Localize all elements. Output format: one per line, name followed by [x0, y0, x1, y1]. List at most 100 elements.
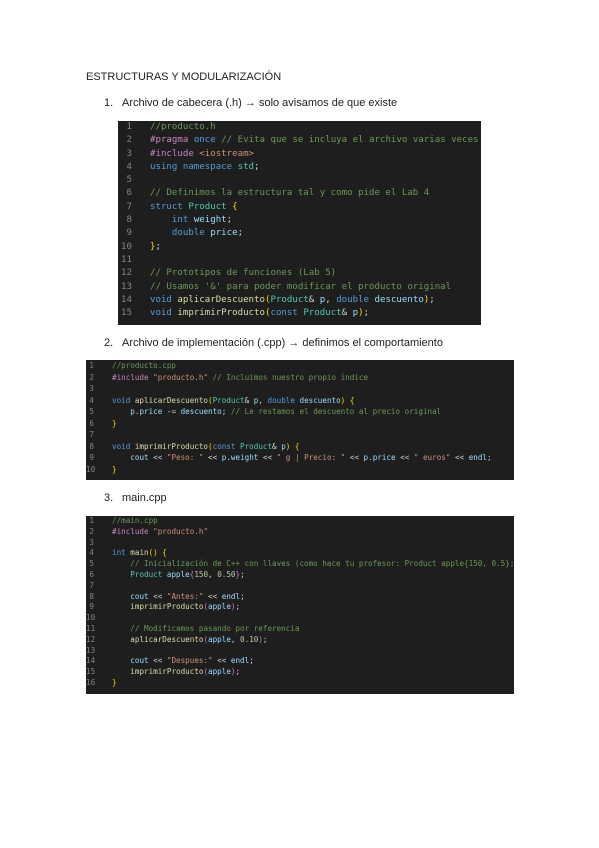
line-number: 11: [121, 254, 132, 265]
code-token: price: [139, 407, 163, 416]
code-line: 7: [86, 429, 514, 441]
code-token: imprimirProducto: [177, 308, 265, 319]
code-line: 9 cout << "Peso: " << p.weight << " g | …: [86, 452, 514, 464]
code-token: Product: [240, 441, 273, 451]
code-token: once: [193, 135, 216, 146]
code-token: &: [341, 308, 353, 319]
list-number: 2.: [104, 337, 114, 349]
code-token: //producto.h: [150, 122, 216, 132]
code-token: <<: [212, 656, 231, 666]
line-number: 14: [121, 294, 132, 305]
line-number: 1: [126, 122, 132, 132]
line-number: 10: [86, 613, 96, 623]
code-text: struct Product {: [150, 201, 238, 214]
code-token: // Prototipos de funciones (Lab 5): [150, 268, 337, 279]
code-token: struct: [150, 201, 189, 212]
code-token: }: [112, 677, 117, 687]
list-item-text: Archivo de cabecera (.h) → solo avisamos…: [122, 97, 398, 109]
code-line: 1 //producto.cpp: [86, 360, 514, 372]
code-text: };: [150, 241, 161, 254]
code-text: cout << "Peso: " << p.weight << " g | Pr…: [112, 452, 492, 464]
code-token: ,: [258, 395, 268, 405]
code-text: void imprimirProducto(const Product& p) …: [112, 441, 300, 453]
code-token: const: [212, 441, 241, 451]
code-token: <iostream>: [199, 148, 255, 159]
line-number: 1: [89, 361, 94, 370]
line-number: 6: [126, 188, 132, 199]
code-text: //main.cpp: [112, 516, 158, 527]
code-token: endl: [221, 591, 241, 601]
code-line: 14 cout << "Despues:" << endl;: [86, 656, 514, 667]
code-token: cout: [130, 591, 149, 601]
code-token: //producto.cpp: [112, 361, 177, 370]
code-token: " euros": [413, 453, 451, 462]
line-number: 3: [89, 537, 94, 547]
code-token: <<: [395, 453, 414, 462]
code-line: 13: [86, 646, 514, 657]
code-token: &: [308, 294, 320, 305]
line-number: 12: [86, 634, 96, 644]
code-token: // Evita que se incluya el archivo varia…: [215, 135, 479, 146]
code-token: <<: [203, 591, 222, 601]
code-token: &: [272, 441, 282, 451]
code-text: imprimirProducto(apple);: [112, 602, 240, 613]
line-number: 8: [89, 441, 94, 451]
code-text: int weight;: [150, 214, 232, 227]
list-item-main-file: 3. main.cpp: [104, 492, 167, 504]
code-token: <<: [148, 591, 167, 601]
code-line: 10: [86, 613, 514, 624]
code-text: aplicarDescuento(apple, 0.10);: [112, 634, 267, 646]
code-token: // Incluimos nuestro propio índice: [208, 372, 369, 382]
code-token: <<: [148, 453, 167, 462]
code-token: void: [150, 294, 178, 305]
code-block-producto-cpp: 1 //producto.cpp 2 #include "producto.h" //…: [86, 360, 514, 480]
code-text: // Prototipos de funciones (Lab 5): [150, 267, 336, 280]
code-line: 2 #include "producto.h" // Incluimos nues…: [86, 372, 514, 384]
code-block-main-cpp: 1 //main.cpp 2 #include "producto.h" 3 4 int m…: [86, 516, 514, 694]
code-token: descuento: [374, 294, 424, 305]
code-line: 1 //main.cpp: [86, 516, 514, 527]
code-token: using: [150, 161, 183, 172]
code-token: <<: [345, 453, 364, 462]
code-text: #pragma once // Evita que se incluya el …: [150, 134, 479, 147]
code-line: 8 void imprimirProducto(const Product& p)…: [86, 441, 514, 453]
code-token: Product: [130, 569, 167, 579]
code-token: "Despues:": [166, 656, 213, 666]
line-number: 2: [89, 372, 94, 382]
code-line: 2 #pragma once // Evita que se incluya el…: [118, 134, 481, 147]
code-line: 12 aplicarDescuento(apple, 0.10);: [86, 635, 514, 646]
line-number: 14: [86, 656, 96, 666]
code-token: ) {: [340, 395, 355, 405]
code-token: #include: [112, 372, 154, 382]
code-token: Product: [270, 294, 309, 305]
code-text: #include "producto.h" // Incluimos nuest…: [112, 372, 368, 384]
code-text: Product apple{150, 0.50};: [112, 569, 244, 581]
line-number: 3: [89, 384, 94, 393]
code-token: "producto.h": [153, 372, 209, 382]
line-number: 8: [89, 591, 94, 601]
document-heading: ESTRUCTURAS Y MODULARIZACIÓN: [86, 71, 282, 83]
line-number: 4: [89, 395, 94, 405]
line-number: 15: [121, 308, 132, 319]
code-token: 0.10: [240, 634, 259, 644]
list-item-header-file: 1. Archivo de cabecera (.h) → solo avisam…: [104, 97, 397, 109]
code-token: ,: [208, 569, 218, 579]
code-line: 4 int main() {: [86, 548, 514, 559]
code-token: imprimirProducto: [130, 667, 204, 677]
code-text: cout << "Despues:" << endl;: [112, 656, 253, 667]
code-token: ;: [240, 591, 245, 601]
list-number: 1.: [104, 97, 114, 109]
code-token: 150: [194, 569, 209, 579]
line-number: 4: [89, 548, 94, 558]
code-token: aplicarDescuento: [177, 294, 265, 305]
line-number: 10: [86, 464, 96, 474]
line-number: 7: [89, 580, 94, 590]
code-token: ;: [487, 453, 492, 462]
code-token: #include: [150, 148, 200, 159]
code-line: 6 // Definimos la estructura tal y como p…: [118, 187, 481, 200]
